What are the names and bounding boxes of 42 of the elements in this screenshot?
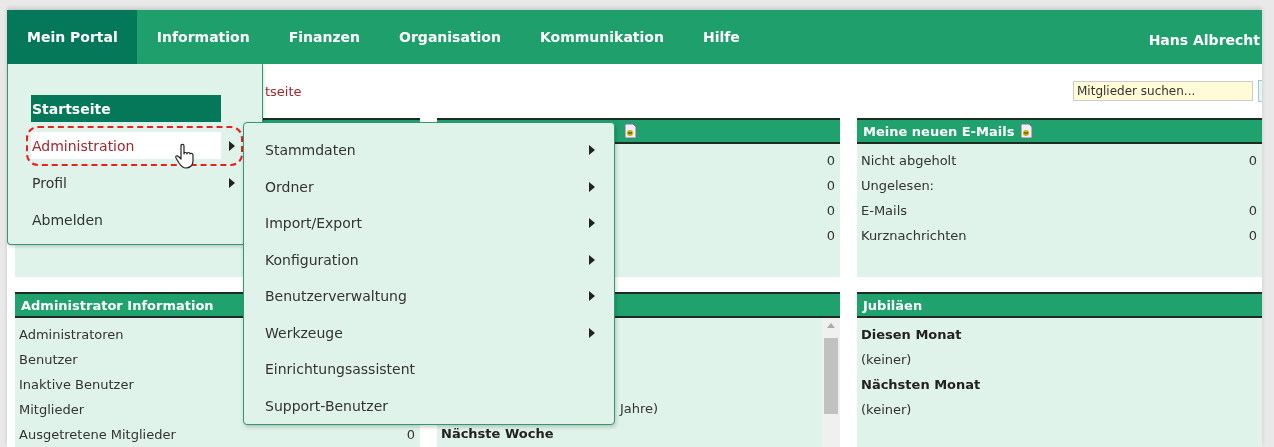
submenu-item[interactable]: Ordner bbox=[265, 168, 595, 205]
panel-title: Administrator Information bbox=[21, 297, 214, 313]
section-heading: Nächsten Monat bbox=[861, 377, 981, 392]
row-value: 0 bbox=[406, 427, 415, 442]
row-label: Ungelesen: bbox=[861, 178, 934, 193]
row-value: 0 bbox=[1248, 228, 1257, 243]
row-label: (keiner) bbox=[861, 352, 912, 367]
hand-cursor-icon bbox=[175, 143, 197, 169]
submenu-item[interactable]: Einrichtungsassistent bbox=[265, 351, 595, 388]
row-value: 0 bbox=[826, 178, 835, 193]
submenu-item[interactable]: Import/Export bbox=[265, 205, 595, 242]
row-label: Ausgetretene Mitglieder bbox=[19, 427, 176, 442]
search-field[interactable]: Mitglieder suchen... bbox=[1073, 81, 1253, 101]
row-label: Benutzer bbox=[19, 352, 78, 367]
submenu-item[interactable]: Konfiguration bbox=[265, 241, 595, 278]
row-value: 0 bbox=[826, 153, 835, 168]
row-label: Mitglieder bbox=[19, 402, 84, 417]
row-label: Kurznachrichten bbox=[861, 228, 967, 243]
submenu-item[interactable]: Werkzeuge bbox=[265, 314, 595, 351]
row-label: Inaktive Benutzer bbox=[19, 377, 134, 392]
menu-item[interactable]: Startseite bbox=[31, 95, 221, 122]
row-label: (keiner) bbox=[861, 402, 912, 417]
row-label: E-Mails bbox=[861, 203, 908, 218]
panel-title: Jubiläen bbox=[863, 297, 923, 313]
scrollbar[interactable] bbox=[822, 318, 840, 447]
row-label: Jahre) bbox=[620, 401, 659, 416]
row-value: 0 bbox=[1248, 153, 1257, 168]
section-heading: Nächste Woche bbox=[441, 426, 554, 441]
submenu-item[interactable]: Benutzerverwaltung bbox=[265, 278, 595, 315]
row-value: 0 bbox=[1248, 203, 1257, 218]
submenu-item[interactable]: Stammdaten bbox=[265, 132, 595, 169]
row-label: Administratoren bbox=[19, 327, 124, 342]
panel-title: Meine neuen E-Mails bbox=[863, 123, 1015, 139]
row-value: 0 bbox=[826, 228, 835, 243]
submenu-item[interactable]: Support-Benutzer bbox=[265, 387, 595, 424]
row-label: Nicht abgeholt bbox=[861, 153, 957, 168]
nav-tab[interactable]: Mein Portal bbox=[7, 10, 137, 64]
row-value: 0 bbox=[826, 203, 835, 218]
menu-item[interactable]: Abmelden bbox=[31, 206, 221, 233]
menu-item[interactable]: Profil bbox=[31, 169, 221, 196]
breadcrumb-link[interactable]: tseite bbox=[265, 83, 302, 99]
section-heading: Diesen Monat bbox=[861, 327, 962, 342]
